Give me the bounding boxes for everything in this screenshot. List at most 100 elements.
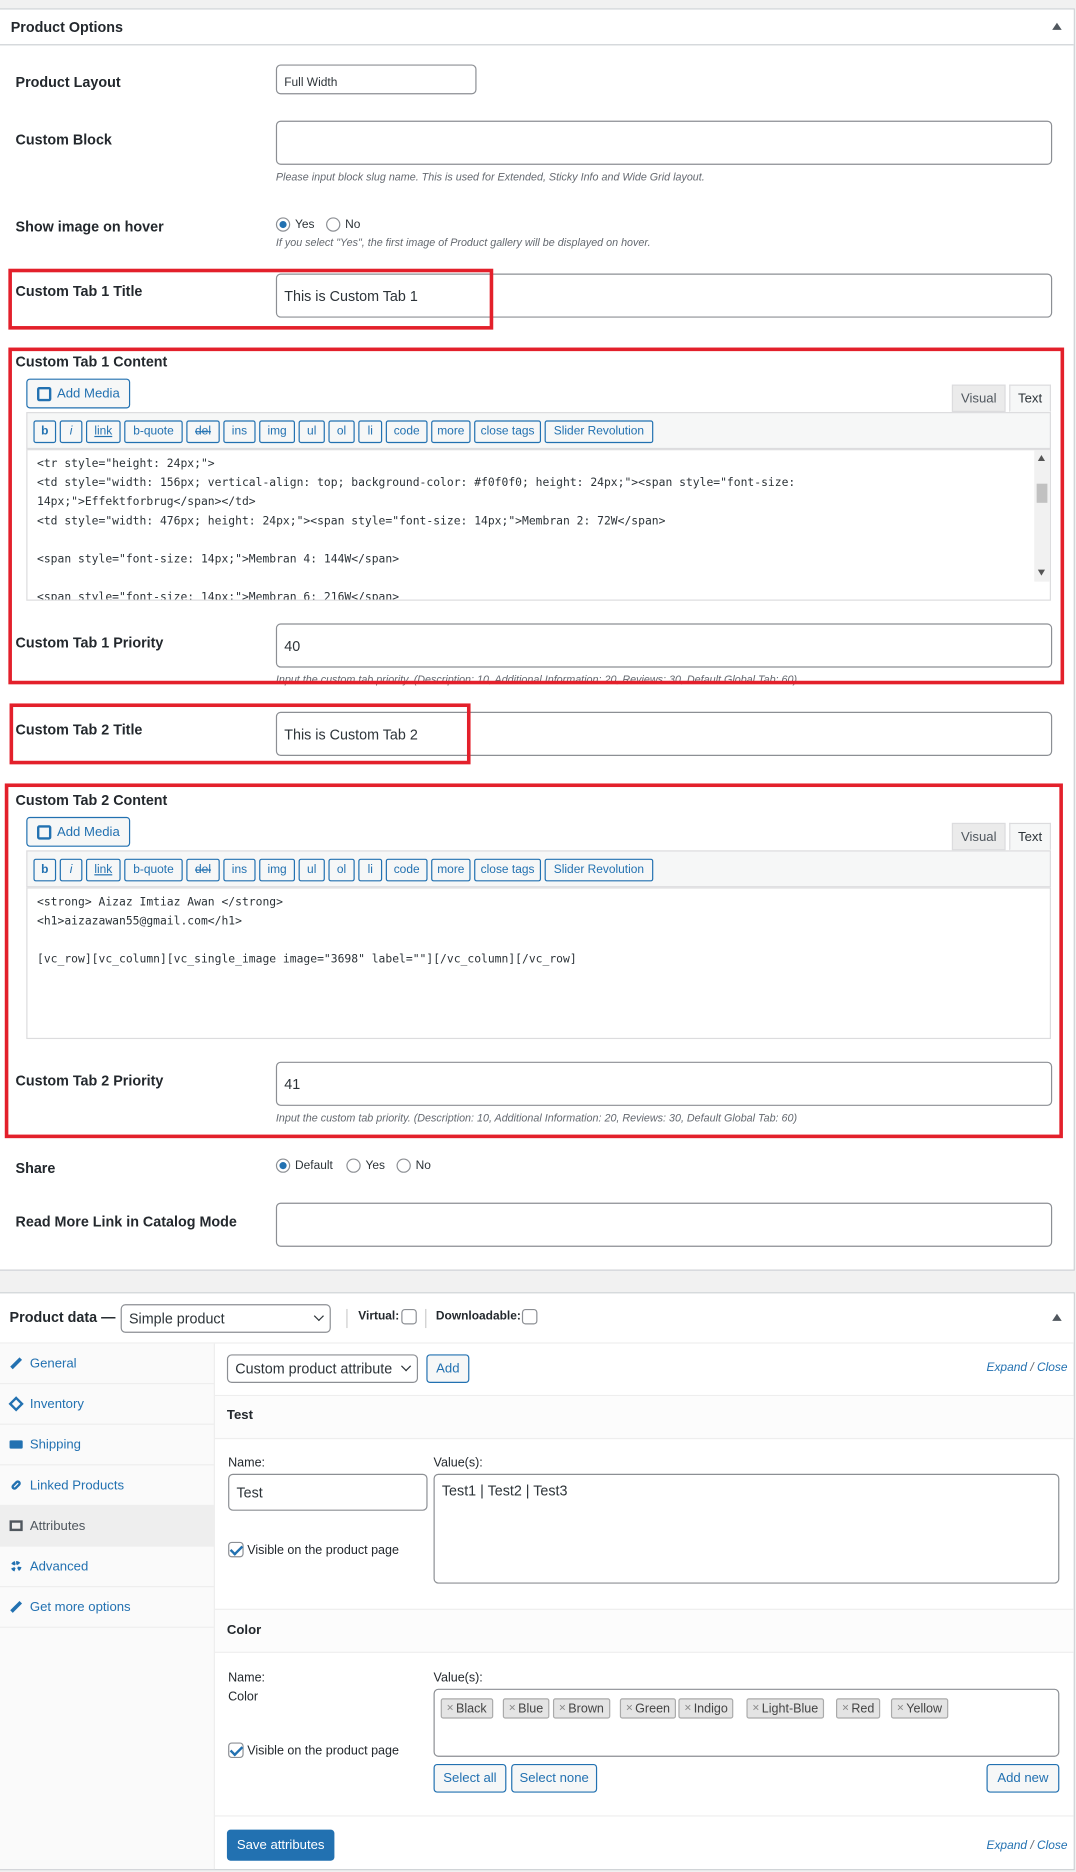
add-new-value-button[interactable]: Add new bbox=[986, 1763, 1060, 1793]
sidebar-item-linked-products[interactable]: Linked Products bbox=[0, 1465, 215, 1507]
sidebar-item-get-more-options[interactable]: Get more options bbox=[0, 1587, 215, 1628]
attribute-name-input[interactable]: Test bbox=[228, 1473, 428, 1511]
quicktag-more-button[interactable]: more bbox=[431, 858, 471, 882]
radio-dot[interactable] bbox=[396, 1158, 411, 1173]
quicktag-li-button[interactable]: li bbox=[358, 420, 383, 444]
expand-link[interactable]: Expand bbox=[986, 1839, 1027, 1852]
custom-block-input[interactable] bbox=[275, 120, 1053, 165]
virtual-checkbox[interactable] bbox=[401, 1308, 417, 1325]
hover-no-radio[interactable]: No bbox=[326, 217, 360, 232]
radio-dot[interactable] bbox=[346, 1158, 361, 1173]
remove-chip-icon[interactable]: × bbox=[447, 1702, 454, 1715]
quicktag-ins-button[interactable]: ins bbox=[223, 858, 256, 882]
product-type-select[interactable]: Simple product bbox=[120, 1304, 331, 1333]
sidebar-item-attributes[interactable]: Attributes bbox=[0, 1506, 215, 1547]
collapse-arrow-icon[interactable] bbox=[1052, 1313, 1062, 1321]
quicktag-slider-revolution-button[interactable]: Slider Revolution bbox=[544, 420, 654, 444]
downloadable-checkbox[interactable] bbox=[521, 1308, 538, 1325]
expand-link[interactable]: Expand bbox=[986, 1362, 1027, 1375]
scroll-thumb[interactable] bbox=[1036, 483, 1048, 503]
scroll-up-icon[interactable] bbox=[1037, 455, 1046, 461]
select-all-button[interactable]: Select all bbox=[433, 1763, 507, 1793]
radio-dot[interactable] bbox=[275, 1158, 291, 1173]
quicktag-close-tags-button[interactable]: close tags bbox=[474, 420, 542, 444]
quicktag-del-button[interactable]: del bbox=[186, 420, 220, 444]
attribute-test-header[interactable]: Test bbox=[214, 1396, 1074, 1440]
collapse-arrow-icon[interactable] bbox=[1052, 22, 1062, 30]
value-chip[interactable]: × Brown bbox=[552, 1698, 610, 1719]
quicktag-close-tags-button[interactable]: close tags bbox=[474, 858, 542, 882]
quicktag-i-button[interactable]: i bbox=[59, 858, 83, 882]
value-chip[interactable]: × Indigo bbox=[678, 1698, 734, 1719]
remove-chip-icon[interactable]: × bbox=[752, 1702, 759, 1715]
remove-chip-icon[interactable]: × bbox=[897, 1702, 904, 1715]
tab1-text-tab[interactable]: Text bbox=[1009, 384, 1051, 413]
quicktag-ins-button[interactable]: ins bbox=[223, 420, 256, 444]
checkbox-box[interactable] bbox=[228, 1541, 244, 1558]
tab2-add-media-button[interactable]: Add Media bbox=[26, 816, 131, 847]
value-chip[interactable]: × Green bbox=[619, 1698, 677, 1719]
tab2-content-textarea[interactable]: <strong> Aizaz Imtiaz Awan </strong> <h1>… bbox=[26, 887, 1051, 1040]
quicktag-ul-button[interactable]: ul bbox=[298, 420, 325, 444]
quicktag-link-button[interactable]: link bbox=[85, 858, 121, 882]
attribute-values-multiselect[interactable]: × Black × Blue × Brown × Green × Indigo × Light-Blu… bbox=[433, 1688, 1060, 1757]
save-attributes-button[interactable]: Save attributes bbox=[226, 1829, 335, 1861]
close-link[interactable]: Close bbox=[1037, 1362, 1068, 1375]
quicktag-del-button[interactable]: del bbox=[186, 858, 220, 882]
remove-chip-icon[interactable]: × bbox=[684, 1702, 691, 1715]
tab1-scrollbar[interactable] bbox=[1034, 450, 1050, 582]
select-none-button[interactable]: Select none bbox=[511, 1763, 598, 1793]
remove-chip-icon[interactable]: × bbox=[626, 1702, 633, 1715]
value-chip[interactable]: × Blue bbox=[502, 1698, 550, 1719]
product-options-header[interactable]: Product Options bbox=[0, 9, 1074, 46]
sidebar-item-inventory[interactable]: Inventory bbox=[0, 1384, 215, 1425]
tab1-content-textarea[interactable]: <tr style="height: 24px;"> <td style="wid… bbox=[26, 449, 1051, 601]
expand-close-bottom[interactable]: Expand / Close bbox=[986, 1839, 1067, 1852]
close-link[interactable]: Close bbox=[1037, 1839, 1068, 1852]
read-more-input[interactable] bbox=[275, 1202, 1053, 1247]
product-layout-select[interactable]: Full Width bbox=[275, 64, 477, 95]
quicktag-ul-button[interactable]: ul bbox=[298, 858, 325, 882]
hover-yes-radio[interactable]: Yes bbox=[275, 217, 314, 232]
quicktag-img-button[interactable]: img bbox=[259, 420, 295, 444]
remove-chip-icon[interactable]: × bbox=[842, 1702, 849, 1715]
attribute-taxonomy-select[interactable]: Custom product attribute bbox=[226, 1354, 419, 1383]
quicktag-more-button[interactable]: more bbox=[431, 420, 471, 444]
attribute-color-header[interactable]: Color bbox=[214, 1608, 1074, 1653]
radio-dot[interactable] bbox=[275, 217, 291, 232]
quicktag-code-button[interactable]: code bbox=[385, 858, 428, 882]
scroll-down-icon[interactable] bbox=[1037, 569, 1046, 576]
expand-close-top[interactable]: Expand / Close bbox=[986, 1362, 1067, 1375]
quicktag-code-button[interactable]: code bbox=[385, 420, 428, 444]
attribute-values-textarea[interactable]: Test1 | Test2 | Test3 bbox=[433, 1473, 1060, 1584]
quicktag-i-button[interactable]: i bbox=[59, 420, 83, 444]
quicktag-b-quote-button[interactable]: b-quote bbox=[124, 420, 183, 444]
sidebar-item-general[interactable]: General bbox=[0, 1344, 215, 1385]
tab2-title-input[interactable]: This is Custom Tab 2 bbox=[275, 711, 1053, 756]
checkbox-box[interactable] bbox=[228, 1742, 244, 1759]
tab2-visual-tab[interactable]: Visual bbox=[951, 822, 1006, 851]
remove-chip-icon[interactable]: × bbox=[509, 1702, 516, 1715]
quicktag-b-quote-button[interactable]: b-quote bbox=[124, 858, 183, 882]
visible-on-page-checkbox[interactable]: Visible on the product page bbox=[228, 1541, 399, 1558]
tab2-priority-input[interactable]: 41 bbox=[275, 1061, 1053, 1106]
tab1-title-input[interactable]: This is Custom Tab 1 bbox=[275, 273, 1053, 318]
quicktag-img-button[interactable]: img bbox=[259, 858, 295, 882]
remove-chip-icon[interactable]: × bbox=[559, 1702, 566, 1715]
tab2-text-tab[interactable]: Text bbox=[1009, 822, 1051, 851]
share-yes-radio[interactable]: Yes bbox=[346, 1158, 385, 1173]
quicktag-slider-revolution-button[interactable]: Slider Revolution bbox=[544, 858, 654, 882]
value-chip[interactable]: × Black bbox=[440, 1698, 493, 1719]
value-chip[interactable]: × Light-Blue bbox=[746, 1698, 825, 1719]
quicktag-ol-button[interactable]: ol bbox=[328, 858, 355, 882]
tab1-visual-tab[interactable]: Visual bbox=[951, 384, 1006, 413]
tab1-priority-input[interactable]: 40 bbox=[275, 623, 1053, 668]
quicktag-b-button[interactable]: b bbox=[33, 420, 57, 444]
add-attribute-button[interactable]: Add bbox=[426, 1354, 470, 1383]
quicktag-link-button[interactable]: link bbox=[85, 420, 121, 444]
visible-on-page-checkbox[interactable]: Visible on the product page bbox=[228, 1742, 399, 1759]
quicktag-b-button[interactable]: b bbox=[33, 858, 57, 882]
quicktag-li-button[interactable]: li bbox=[358, 858, 383, 882]
share-default-radio[interactable]: Default bbox=[275, 1158, 333, 1173]
quicktag-ol-button[interactable]: ol bbox=[328, 420, 355, 444]
